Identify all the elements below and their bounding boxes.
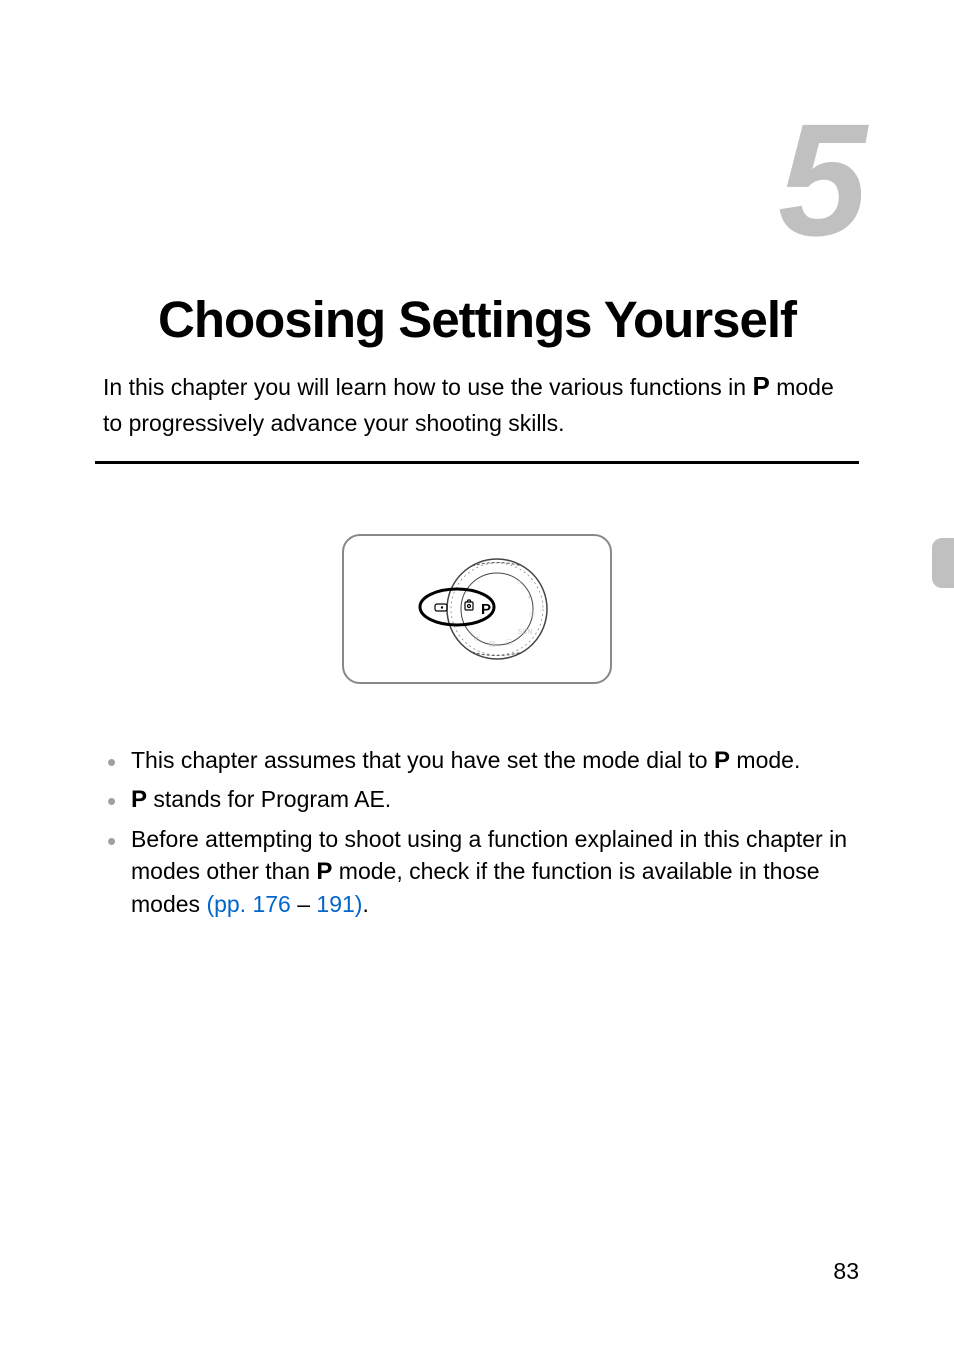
list-item: Before attempting to shoot using a funct…	[103, 823, 851, 921]
bullet1-text1: This chapter assumes that you have set t…	[131, 747, 714, 773]
bullet1-text2: mode.	[730, 747, 800, 773]
bullet3-period: .	[362, 891, 368, 917]
page-link-191[interactable]: 191)	[316, 891, 362, 917]
p-mode-glyph: P	[316, 858, 332, 885]
svg-text:⦿: ⦿	[474, 634, 481, 642]
page-number: 83	[833, 1258, 859, 1285]
list-item: P stands for Program AE.	[103, 783, 851, 817]
notes-list: This chapter assumes that you have set t…	[95, 744, 859, 921]
svg-text:◐: ◐	[528, 594, 532, 601]
svg-text:☼: ☼	[516, 579, 522, 586]
intro-text-part1: In this chapter you will learn how to us…	[103, 374, 752, 400]
p-mode-glyph: P	[714, 747, 730, 774]
svg-text:P: P	[481, 601, 491, 618]
chapter-title: Choosing Settings Yourself	[95, 290, 859, 349]
mode-dial-icon: ☼ ◐ ◎ SCN ▢ ▤ ⦿ P	[387, 554, 567, 664]
svg-text:▤: ▤	[489, 641, 496, 648]
bullet3-dash: –	[291, 891, 317, 917]
svg-text:SCN: SCN	[518, 629, 533, 636]
page-link-176[interactable]: (pp. 176	[206, 891, 290, 917]
svg-text:▢: ▢	[506, 639, 513, 646]
p-mode-glyph: P	[752, 371, 769, 401]
section-divider	[95, 461, 859, 464]
intro-paragraph: In this chapter you will learn how to us…	[95, 367, 859, 441]
chapter-number: 5	[95, 100, 859, 260]
p-mode-glyph: P	[131, 786, 147, 813]
list-item: This chapter assumes that you have set t…	[103, 744, 851, 778]
thumb-tab	[932, 538, 954, 588]
mode-dial-illustration: ☼ ◐ ◎ SCN ▢ ▤ ⦿ P	[342, 534, 612, 684]
svg-text:◎: ◎	[529, 611, 535, 618]
bullet2-text: stands for Program AE.	[147, 786, 391, 812]
